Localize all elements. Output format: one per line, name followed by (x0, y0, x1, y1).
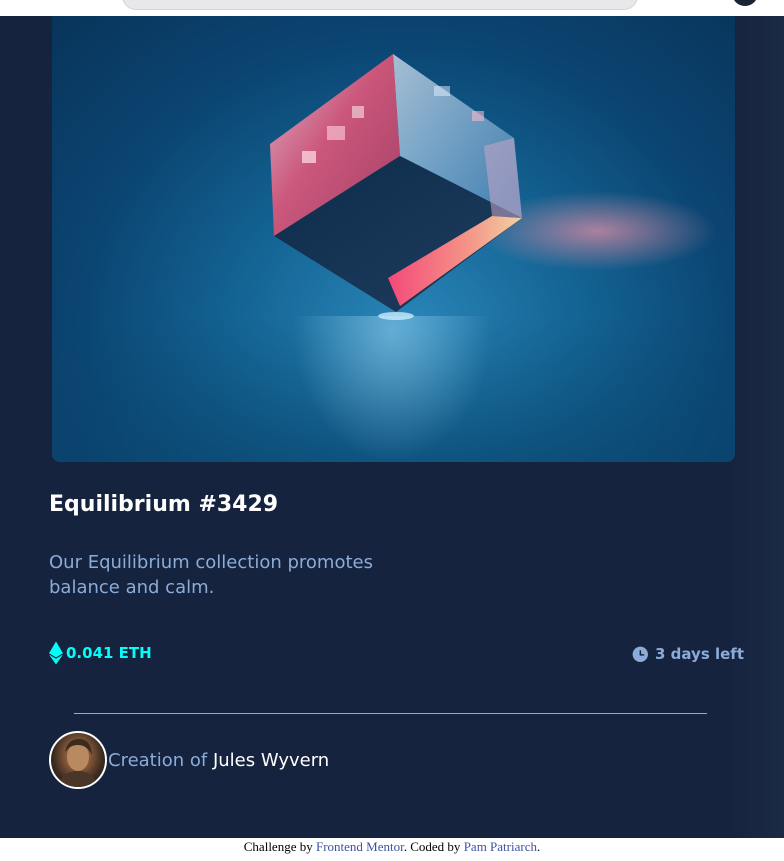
nft-preview-image[interactable] (52, 16, 735, 462)
profile-icon[interactable] (732, 0, 758, 6)
avatar-portrait (59, 739, 97, 787)
frontend-mentor-link[interactable]: Frontend Mentor (316, 839, 404, 854)
nft-card: Equilibrium #3429 Our Equilibrium collec… (0, 16, 784, 838)
author-link[interactable]: Pam Patriarch (464, 839, 537, 854)
time-group: 3 days left (632, 644, 744, 664)
footer-middle: . Coded by (403, 839, 461, 854)
price-group: 0.041 ETH (49, 641, 152, 665)
browser-top-strip (0, 0, 784, 16)
nft-description: Our Equilibrium collection promotes bala… (49, 552, 373, 598)
ethereum-icon (49, 641, 63, 665)
creator-avatar (49, 731, 107, 789)
divider (74, 713, 707, 714)
creator-prefix: Creation of (108, 749, 208, 771)
creator-name[interactable]: Jules Wyvern (213, 750, 329, 771)
footer-suffix: . (536, 839, 541, 854)
creator-row: Creation of Jules Wyvern (49, 730, 329, 790)
address-bar[interactable] (122, 0, 638, 10)
nft-title[interactable]: Equilibrium #3429 (49, 492, 278, 517)
time-left: 3 days left (655, 645, 744, 663)
footer-prefix: Challenge by (243, 839, 313, 854)
attribution-footer: Challenge by Frontend Mentor. Coded by P… (0, 838, 784, 861)
creator-credit: Creation of Jules Wyvern (108, 750, 329, 771)
cube-illustration (270, 54, 717, 320)
price-value: 0.041 ETH (66, 644, 152, 662)
clock-icon (632, 646, 648, 662)
